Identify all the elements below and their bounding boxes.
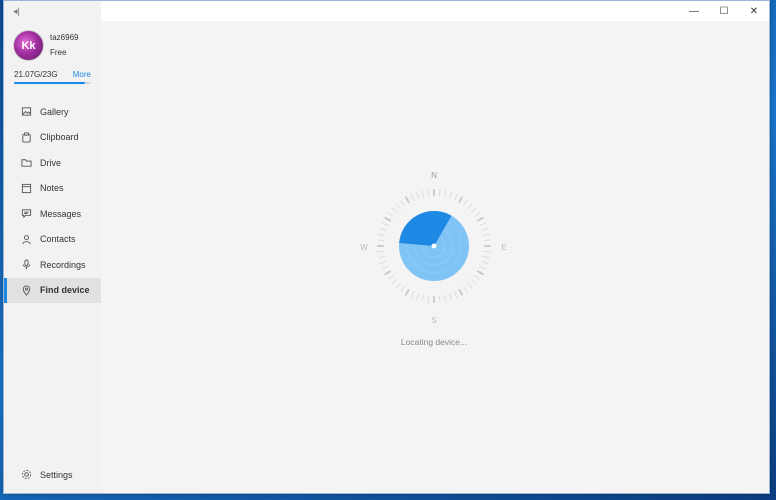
compass-west-label: W	[360, 243, 368, 252]
sidebar-item-messages[interactable]: Messages	[4, 201, 101, 227]
sidebar-item-drive[interactable]: Drive	[4, 150, 101, 176]
sidebar-item-label: Notes	[40, 183, 64, 194]
sidebar: ◂| Kk taz6969 Free 21.07G/23G More Galle…	[4, 1, 101, 493]
settings-label: Settings	[40, 469, 73, 480]
sidebar-item-label: Contacts	[40, 234, 76, 245]
sidebar-item-notes[interactable]: Notes	[4, 176, 101, 202]
sidebar-item-label: Gallery	[40, 106, 69, 117]
collapse-sidebar-icon[interactable]: ◂|	[13, 6, 20, 17]
sidebar-item-label: Drive	[40, 157, 62, 168]
radar-center-dot	[431, 243, 437, 249]
location-pin-icon	[20, 284, 32, 296]
title-bar: — ☐ ✕	[101, 1, 769, 21]
storage-indicator: 21.07G/23G More	[14, 70, 91, 84]
compass-north-label: N	[431, 171, 437, 180]
sidebar-item-label: Find device	[40, 285, 90, 296]
person-icon	[20, 233, 32, 245]
storage-used-label: 21.07G/23G	[14, 70, 58, 79]
message-icon	[20, 208, 32, 220]
radar-graphic: N E S W	[360, 171, 506, 325]
locating-status: Locating device...	[400, 337, 468, 347]
sidebar-item-label: Clipboard	[40, 132, 79, 143]
clipboard-icon	[20, 131, 32, 143]
maximize-button[interactable]: ☐	[709, 1, 739, 21]
close-button[interactable]: ✕	[739, 1, 769, 21]
storage-progress-fill	[14, 82, 85, 84]
sidebar-item-clipboard[interactable]: Clipboard	[4, 125, 101, 151]
avatar[interactable]: Kk	[13, 30, 44, 61]
sidebar-item-label: Messages	[40, 208, 82, 219]
radar-compass: N E S W	[354, 166, 514, 326]
profile-text: taz6969 Free	[50, 32, 78, 59]
sidebar-item-find-device[interactable]: Find device	[4, 277, 101, 303]
gear-icon	[20, 469, 32, 481]
plan-label: Free	[50, 48, 67, 57]
sidebar-item-label: Recordings	[40, 259, 86, 270]
storage-more-link[interactable]: More	[73, 70, 91, 79]
sidebar-item-contacts[interactable]: Contacts	[4, 227, 101, 253]
notes-icon	[20, 182, 32, 194]
username: taz6969	[50, 33, 79, 42]
app-window: ◂| Kk taz6969 Free 21.07G/23G More Galle…	[3, 0, 770, 494]
main-content: — ☐ ✕ N E S W Locating device...	[101, 1, 769, 493]
storage-progress-bar	[14, 82, 91, 84]
minimize-button[interactable]: —	[679, 1, 709, 21]
folder-icon	[20, 157, 32, 169]
compass-east-label: E	[501, 243, 506, 252]
nav-menu: Gallery Clipboard Drive Notes Messages Contac…	[4, 99, 101, 303]
sidebar-item-gallery[interactable]: Gallery	[4, 99, 101, 125]
microphone-icon	[20, 259, 32, 271]
profile[interactable]: Kk taz6969 Free	[13, 30, 78, 61]
image-icon	[20, 106, 32, 118]
settings-button[interactable]: Settings	[4, 462, 101, 487]
sidebar-item-recordings[interactable]: Recordings	[4, 252, 101, 278]
compass-south-label: S	[431, 316, 436, 325]
